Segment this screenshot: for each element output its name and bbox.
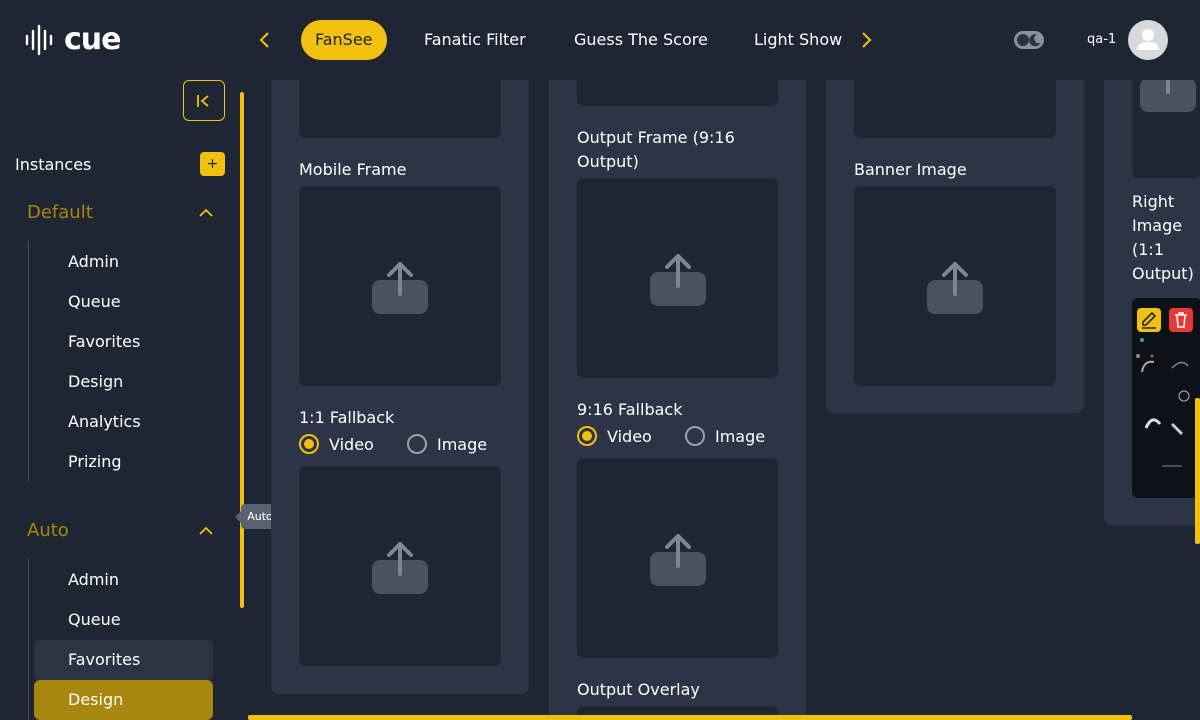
theme-toggle[interactable] [1014,31,1044,49]
sidebar-scrollbar[interactable] [240,92,244,608]
main-content: Mobile Frame 1:1 Fallback Video Image Ou… [250,80,1200,720]
radio-image-label: Image [437,434,488,454]
sidebar-item-default-design[interactable]: Design [34,362,213,402]
upload-icon [927,262,983,314]
right-image-preview [1132,298,1200,498]
soundwave-logo-icon [25,24,53,56]
tab-light-show[interactable]: Light Show [754,20,842,60]
chevron-right-icon [862,32,872,48]
fallback-1-1-upload[interactable] [299,466,501,666]
upload-slot[interactable] [299,80,501,138]
sidebar-item-auto-design[interactable]: Design [34,680,213,720]
instances-label: Instances [15,155,92,174]
radio-image-label: Image [715,426,766,446]
upload-icon [372,542,428,594]
fallback-9-16-upload[interactable] [577,458,778,658]
banner-image-label: Banner Image [854,160,967,179]
fallback-9-16-label: 9:16 Fallback [577,400,683,419]
upload-icon [372,262,428,314]
tabs-next-button[interactable] [855,28,879,52]
radio-video-label: Video [329,434,374,454]
upload-icon [1140,80,1196,112]
group-auto-title[interactable]: Auto [27,520,69,541]
banner-image-upload[interactable] [854,186,1056,386]
sidebar-item-default-analytics[interactable]: Analytics [34,402,213,442]
card-column-3: Banner Image [826,80,1084,413]
sidebar-item-default-prizing[interactable]: Prizing [34,442,213,482]
add-instance-button[interactable]: + [200,152,225,176]
top-bar: cue FanSee Fanatic Filter Guess The Scor… [0,0,1200,80]
group-default-title[interactable]: Default [27,202,93,223]
user-name: qa-1 [1087,32,1117,47]
app-logo[interactable]: cue [24,24,121,56]
upload-slot[interactable] [854,80,1056,138]
tab-guess-the-score[interactable]: Guess The Score [574,20,708,60]
trash-icon [1175,312,1187,328]
delete-button[interactable] [1169,308,1193,332]
card-column-2: Output Frame (9:16 Output) 9:16 Fallback… [549,80,806,720]
upload-icon [649,254,706,306]
radio-selected-icon[interactable] [577,426,597,446]
collapse-left-icon [197,94,209,107]
chevron-up-icon[interactable] [199,208,213,218]
radio-video-1-1[interactable]: Video [299,434,374,454]
fallback-1-1-label: 1:1 Fallback [299,408,395,427]
radio-selected-icon[interactable] [299,434,319,454]
mobile-frame-label: Mobile Frame [299,160,407,179]
card-column-4: Right Image (1:1 Output) [1104,80,1200,525]
group-default-line [28,241,29,481]
radio-video-9-16[interactable]: Video [577,426,652,446]
main-horizontal-scrollbar[interactable] [248,715,1132,720]
moon-icon [1029,34,1041,47]
output-frame-label: Output Frame (9:16 Output) [577,128,735,171]
output-frame-upload[interactable] [577,178,778,378]
sidebar-item-auto-favorites[interactable]: Favorites [34,640,213,680]
radio-video-label: Video [607,426,652,446]
collapse-sidebar-button[interactable] [183,80,225,121]
phone-screenshot-thumbnail [1136,338,1190,467]
pencil-icon [1142,311,1157,329]
card-column-1: Mobile Frame 1:1 Fallback Video Image [271,80,529,694]
sidebar-item-default-favorites[interactable]: Favorites [34,322,213,362]
sidebar-item-auto-admin[interactable]: Admin [34,560,213,600]
right-image-label: Right Image (1:1 Output) [1132,192,1194,283]
user-icon [1137,29,1159,50]
avatar[interactable] [1128,20,1168,60]
output-overlay-label: Output Overlay [577,680,700,699]
edit-button[interactable] [1137,308,1161,332]
upload-slot[interactable] [1132,80,1200,178]
group-auto-line [28,559,29,720]
radio-image-9-16[interactable]: Image [685,426,765,446]
logo-text: cue [64,22,121,57]
upload-icon [649,534,706,586]
chevron-left-icon [259,32,269,48]
sidebar-item-default-admin[interactable]: Admin [34,242,213,282]
chevron-up-icon[interactable] [199,526,213,536]
tabs-prev-button[interactable] [252,28,276,52]
sidebar-item-default-queue[interactable]: Queue [34,282,213,322]
radio-unselected-icon[interactable] [407,434,427,454]
upload-slot[interactable] [577,80,778,106]
sidebar: Instances + Default Admin Queue Favorite… [0,80,240,720]
tab-fansee[interactable]: FanSee [301,20,387,60]
main-vertical-scrollbar[interactable] [1195,398,1200,544]
mobile-frame-upload[interactable] [299,186,501,386]
tab-fanatic-filter[interactable]: Fanatic Filter [424,20,526,60]
sidebar-item-auto-queue[interactable]: Queue [34,600,213,640]
radio-image-1-1[interactable]: Image [407,434,487,454]
radio-unselected-icon[interactable] [685,426,705,446]
